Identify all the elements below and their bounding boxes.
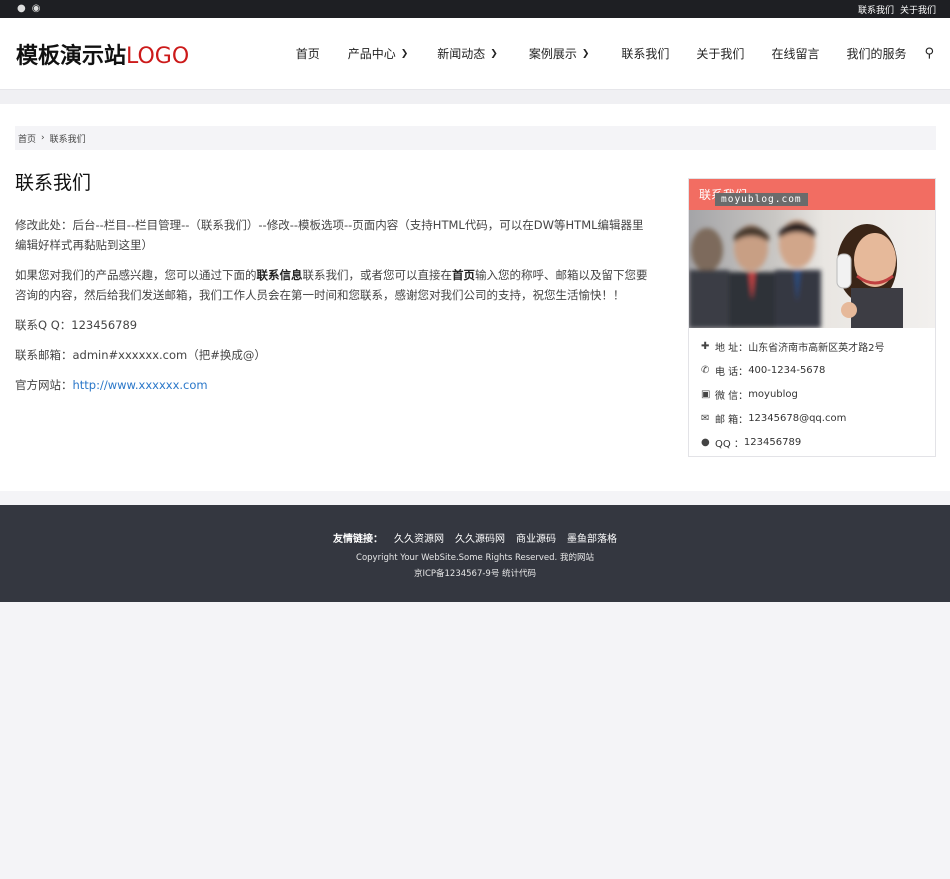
article: 联系我们 修改此处：后台--栏目--栏目管理--（联系我们）--修改--模板选项… [15, 166, 655, 457]
icp-record: 京ICP备1234567-9号 统计代码 [413, 569, 537, 579]
contact-email-line: 联系邮箱：admin#xxxxxx.com（把#换成@） [15, 348, 266, 362]
top-link-contact[interactable]: 联系我们 [858, 3, 894, 16]
article-paragraph: 修改此处：后台--栏目--栏目管理--（联系我们）--修改--模板选项--页面内… [15, 218, 644, 252]
nav-services[interactable]: 我们的服务 [846, 45, 906, 62]
contact-address: ✚ 地 址： 山东省济南市高新区英才路2号 [701, 340, 885, 354]
site-footer: 友情链接： 久久资源网 久久源码网 商业源码 墨鱼部落格 Copyright Y… [0, 505, 950, 602]
search-icon[interactable]: ⚲ [924, 46, 934, 61]
main-nav: 首页 产品中心 ❯ 新闻动态 ❯ 案例展示 ❯ 联系我们 关于我们 在线留言 我们的服… [296, 45, 934, 62]
qq-icon[interactable]: ● [17, 4, 26, 14]
top-bar: ● ◉ 联系我们 关于我们 [0, 0, 950, 18]
friend-links: 友情链接： 久久资源网 久久源码网 商业源码 墨鱼部落格 [0, 530, 950, 545]
chevron-down-icon: ❯ [490, 48, 498, 59]
watermark: moyublog.com [715, 193, 808, 206]
contact-list: ✚ 地 址： 山东省济南市高新区英才路2号 ✆ 电 话： 400-1234-5678 ▣… [689, 328, 935, 456]
chevron-down-icon: ❯ [581, 48, 590, 59]
wechat-icon: ▣ [701, 388, 711, 400]
breadcrumb-current: 联系我们 [49, 134, 86, 145]
friend-link[interactable]: 久久源码网 [455, 530, 505, 545]
logo-text: 模板演示站 [16, 43, 127, 69]
nav-home[interactable]: 首页 [296, 45, 320, 62]
contact-qq: ● QQ ： 123456789 [701, 436, 802, 450]
social-icons: ● ◉ [17, 4, 40, 14]
nav-message[interactable]: 在线留言 [771, 45, 819, 62]
breadcrumb: 首页 › 联系我们 [15, 126, 936, 150]
chevron-down-icon: ❯ [400, 48, 409, 59]
nav-about[interactable]: 关于我们 [696, 45, 744, 62]
friend-links-label: 友情链接： [333, 534, 383, 545]
friend-link[interactable]: 久久资源网 [394, 530, 444, 545]
nav-cases[interactable]: 案例展示 ❯ [529, 45, 590, 62]
map-sign-icon: ✚ [701, 340, 710, 352]
contact-qq-value: 123456789 [71, 318, 138, 332]
page-content: 首页 › 联系我们 联系我们 修改此处：后台--栏目--栏目管理--（联系我们）… [0, 104, 950, 491]
nav-products[interactable]: 产品中心 ❯ [348, 45, 409, 62]
contact-photo [689, 210, 935, 328]
nav-contact[interactable]: 联系我们 [621, 45, 669, 62]
weibo-icon[interactable]: ◉ [32, 4, 41, 14]
contact-email: ✉ 邮 箱： 12345678@qq.com [701, 412, 847, 426]
site-logo[interactable]: 模板演示站LOGO [16, 38, 189, 70]
chevron-right-icon: › [41, 133, 45, 143]
contact-sidebar: 联系我们 moyublog.com [688, 178, 936, 457]
contact-qq-line: 联系Q Q：123456789 [15, 318, 138, 332]
top-link-about[interactable]: 关于我们 [900, 3, 936, 16]
friend-link[interactable]: 墨鱼部落格 [567, 530, 617, 545]
phone-icon: ✆ [701, 364, 710, 376]
envelope-icon: ✉ [701, 412, 710, 424]
qq-icon: ● [701, 436, 710, 448]
breadcrumb-home[interactable]: 首页 [18, 132, 36, 145]
contact-wechat: ▣ 微 信： moyublog [701, 388, 798, 402]
nav-news[interactable]: 新闻动态 ❯ [437, 45, 498, 62]
contact-phone: ✆ 电 话： 400-1234-5678 [701, 364, 826, 378]
site-header: 模板演示站LOGO 首页 产品中心 ❯ 新闻动态 ❯ 案例展示 ❯ 联系我们 关于我们… [0, 18, 950, 90]
sidebar-title: 联系我们 moyublog.com [689, 179, 935, 210]
header-spacer [0, 90, 950, 104]
copyright: Copyright Your WebSite.Some Rights Reser… [356, 553, 594, 563]
page-title: 联系我们 [15, 172, 92, 194]
logo-accent: LOGO [126, 43, 190, 69]
official-site-link[interactable]: http://www.xxxxxx.com [73, 378, 208, 392]
friend-link[interactable]: 商业源码 [516, 530, 556, 545]
contact-site-line: 官方网站：http://www.xxxxxx.com [15, 378, 208, 392]
article-paragraph: 如果您对我们的产品感兴趣，您可以通过下面的联系信息联系我们，或者您可以直接在首页… [15, 268, 648, 302]
contact-email-value: admin#xxxxxx.com（把#换成@） [72, 348, 266, 362]
